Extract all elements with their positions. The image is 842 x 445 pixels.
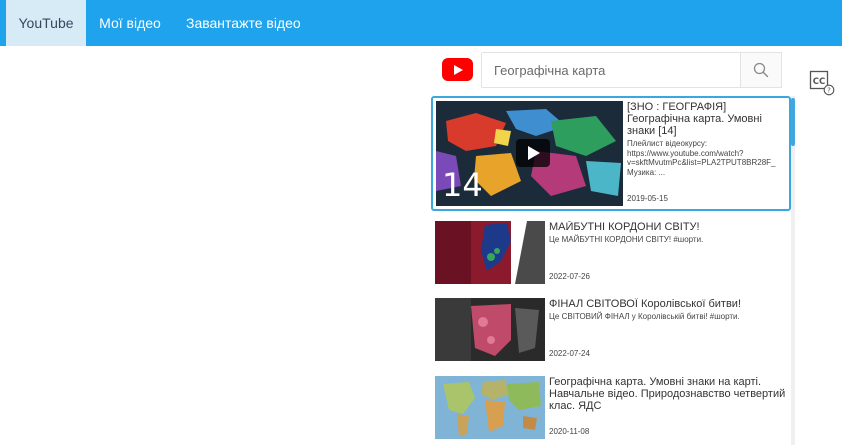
video-title: ФІНАЛ СВІТОВОЇ Королівської битви! [549,298,742,310]
tab-my-videos[interactable]: Мої відео [86,0,174,46]
video-meta: [ЗНО : ГЕОГРАФІЯ] Географічна карта. Умо… [627,101,789,206]
video-thumbnail [435,376,545,439]
video-thumbnail [435,221,545,284]
video-meta: МАЙБУТНІ КОРДОНИ СВІТУ! Це МАЙБУТНІ КОРД… [549,221,789,284]
video-meta: ФІНАЛ СВІТОВОЇ Королівської битви! Це СВ… [549,298,789,361]
video-description: Плейлист відеокурсу: https://www.youtube… [627,139,776,177]
tab-upload-video[interactable]: Завантажте відео [174,0,315,46]
video-description: Це МАЙБУТНІ КОРДОНИ СВІТУ! #шорти. [549,235,704,244]
search-results-list: 14 [ЗНО : ГЕОГРАФІЯ] Географічна карта. … [430,96,795,445]
search-icon [753,62,769,78]
svg-text:CC: CC [813,77,825,87]
video-result-item[interactable]: 14 [ЗНО : ГЕОГРАФІЯ] Географічна карта. … [431,96,791,211]
video-title: МАЙБУТНІ КОРДОНИ СВІТУ! [549,221,700,233]
tab-youtube[interactable]: YouTube [6,0,86,46]
search-input[interactable] [481,52,741,88]
video-thumbnail: 14 [436,101,623,206]
video-title: Географічна карта. Умовні знаки на карті… [549,376,786,412]
video-date: 2022-07-24 [549,349,590,358]
video-result-item[interactable]: МАЙБУТНІ КОРДОНИ СВІТУ! Це МАЙБУТНІ КОРД… [430,221,790,287]
thumbnail-label: 14 [442,166,483,204]
svg-text:?: ? [827,87,831,95]
youtube-logo-icon [442,58,473,81]
closed-captions-help-icon[interactable]: CC ? [809,70,835,96]
video-thumbnail [435,298,545,361]
video-date: 2022-07-26 [549,272,590,281]
video-title: [ЗНО : ГЕОГРАФІЯ] Географічна карта. Умо… [627,101,762,137]
video-description: Це СВІТОВИЙ ФІНАЛ у Королівській битві! … [549,312,740,321]
tab-bar: YouTube Мої відео Завантажте відео [0,0,842,46]
video-date: 2019-05-15 [627,194,668,203]
video-result-item[interactable]: ФІНАЛ СВІТОВОЇ Королівської битви! Це СВ… [430,298,790,364]
results-scrollbar-track[interactable] [791,96,795,445]
video-date: 2020-11-08 [549,427,590,436]
search-button[interactable] [740,52,782,88]
results-scrollbar-thumb[interactable] [791,98,795,146]
video-result-item[interactable]: Географічна карта. Умовні знаки на карті… [430,376,790,442]
youtube-plugin-window: YouTube Мої відео Завантажте відео CC ? [0,0,842,445]
video-meta: Географічна карта. Умовні знаки на карті… [549,376,789,439]
